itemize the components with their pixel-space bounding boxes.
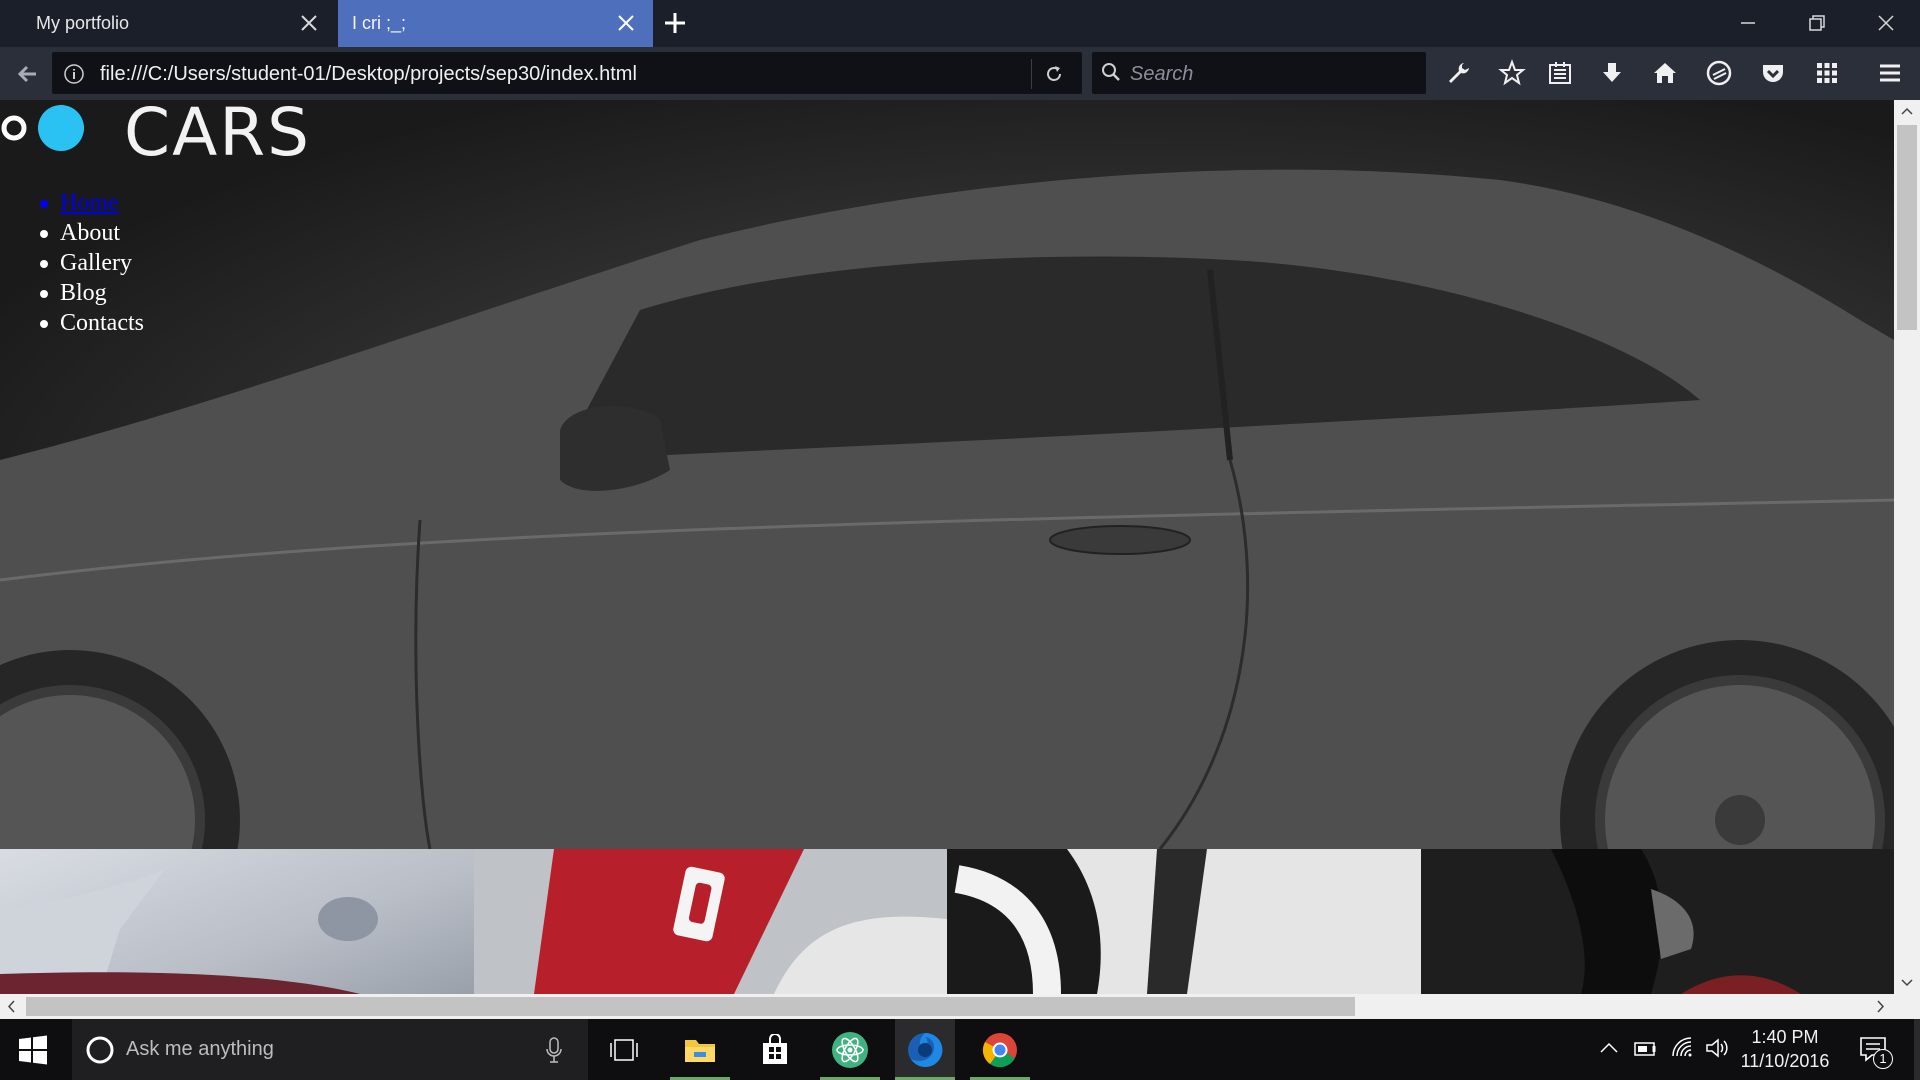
taskbar-app-store[interactable]	[745, 1019, 805, 1080]
sync-icon[interactable]	[1705, 59, 1733, 87]
taskbar-app-file-explorer[interactable]	[670, 1019, 730, 1080]
url-text[interactable]: file:///C:/Users/student-01/Desktop/proj…	[100, 63, 637, 86]
microphone-icon[interactable]	[544, 1036, 564, 1064]
search-bar[interactable]: Search	[1092, 52, 1426, 94]
apps-grid-icon[interactable]	[1813, 59, 1841, 87]
nav-link-home[interactable]: Home	[40, 188, 144, 218]
info-icon[interactable]	[63, 63, 85, 85]
clock-time: 1:40 PM	[1751, 1027, 1819, 1047]
navigation-toolbar: file:///C:/Users/student-01/Desktop/proj…	[0, 47, 1920, 100]
close-window-icon[interactable]	[1873, 10, 1899, 36]
firefox-icon	[908, 1032, 943, 1067]
scroll-left-icon[interactable]	[6, 1000, 18, 1013]
minimize-icon[interactable]	[1735, 10, 1761, 36]
reload-icon[interactable]	[1043, 63, 1065, 85]
home-icon[interactable]	[1651, 59, 1679, 87]
search-icon	[1102, 63, 1120, 81]
cortana-placeholder: Ask me anything	[126, 1038, 274, 1060]
close-tab-icon[interactable]	[615, 12, 637, 34]
volume-icon[interactable]	[1704, 1034, 1730, 1062]
system-clock[interactable]: 1:40 PM 11/10/2016	[1730, 1025, 1840, 1073]
nav-link-about[interactable]: About	[40, 218, 144, 248]
download-icon[interactable]	[1598, 59, 1626, 87]
windows-start-icon[interactable]	[18, 1035, 48, 1065]
hero-car-image: CARS Home About Gallery Blog Contacts	[0, 100, 1894, 849]
nav-link-gallery[interactable]: Gallery	[40, 248, 144, 278]
gallery-thumbnail[interactable]	[0, 849, 474, 994]
logo-text: CARS	[124, 100, 311, 171]
show-desktop-button[interactable]	[1914, 1019, 1920, 1080]
reading-list-icon[interactable]	[1546, 59, 1574, 87]
scroll-up-icon[interactable]	[1901, 106, 1913, 116]
nav-link-blog[interactable]: Blog	[40, 278, 144, 308]
bookmark-star-icon[interactable]	[1498, 59, 1526, 87]
cortana-search-box[interactable]: Ask me anything	[72, 1019, 588, 1080]
taskbar-app-atom[interactable]	[820, 1019, 880, 1080]
tab-label: My portfolio	[36, 13, 130, 33]
notification-count: 1	[1879, 1051, 1887, 1066]
horizontal-scroll-thumb[interactable]	[26, 997, 1355, 1016]
menu-icon[interactable]	[1876, 59, 1904, 87]
chrome-icon	[982, 1032, 1017, 1067]
nav-link-contacts[interactable]: Contacts	[40, 308, 144, 338]
restore-icon[interactable]	[1804, 10, 1830, 36]
action-center-button[interactable]: 1	[1858, 1034, 1894, 1070]
main-navigation: Home About Gallery Blog Contacts	[40, 188, 144, 338]
scroll-down-icon[interactable]	[1901, 978, 1913, 988]
tab-strip: My portfolio I cri ;_;	[0, 0, 1920, 47]
divider	[1031, 59, 1032, 89]
vertical-scroll-thumb[interactable]	[1897, 125, 1917, 330]
file-explorer-icon	[685, 1039, 715, 1062]
scroll-right-icon[interactable]	[1874, 1000, 1886, 1013]
notification-count-badge: 1	[1873, 1049, 1893, 1069]
store-icon	[763, 1033, 787, 1064]
taskbar-app-chrome[interactable]	[970, 1019, 1030, 1080]
taskbar-app-firefox[interactable]	[895, 1019, 955, 1080]
back-arrow-icon[interactable]	[14, 60, 42, 88]
battery-icon[interactable]	[1632, 1034, 1658, 1062]
tab-active[interactable]: I cri ;_;	[338, 0, 653, 47]
pocket-icon[interactable]	[1759, 59, 1787, 87]
task-view-button[interactable]	[594, 1019, 654, 1080]
web-page: CARS Home About Gallery Blog Contacts	[0, 100, 1894, 994]
tab-my-portfolio[interactable]: My portfolio	[0, 0, 336, 47]
show-hidden-icons-chevron-icon[interactable]	[1598, 1034, 1620, 1062]
task-view-icon	[610, 1038, 638, 1061]
address-bar[interactable]: file:///C:/Users/student-01/Desktop/proj…	[52, 52, 1082, 94]
wrench-icon[interactable]	[1444, 59, 1472, 87]
search-placeholder: Search	[1130, 63, 1194, 85]
wifi-icon[interactable]	[1670, 1034, 1696, 1062]
car-illustration	[0, 169, 1894, 849]
gallery-thumbnail[interactable]	[1420, 849, 1894, 994]
tab-label: I cri ;_;	[352, 13, 407, 33]
close-tab-icon[interactable]	[298, 12, 320, 34]
gallery-thumbnail[interactable]	[947, 849, 1421, 994]
cortana-icon	[86, 1036, 114, 1064]
new-tab-icon[interactable]	[662, 10, 688, 36]
clock-date: 11/10/2016	[1740, 1051, 1830, 1071]
gallery-thumbnail[interactable]	[473, 849, 947, 994]
atom-icon	[832, 1031, 868, 1068]
gallery-strip	[0, 849, 1894, 994]
